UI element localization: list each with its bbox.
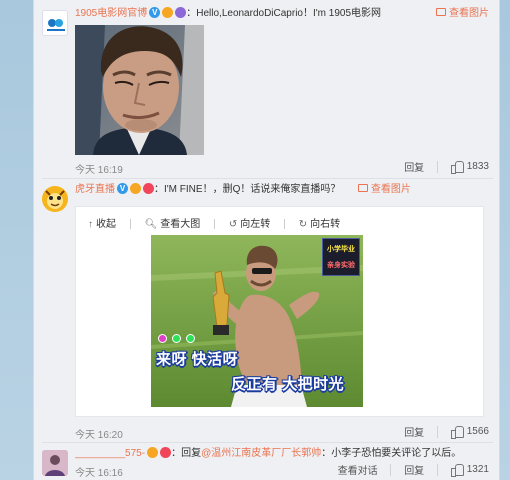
comment-text: ：小李子恐怕要关评论了以后。 — [321, 448, 462, 459]
reply-button[interactable]: 回复 — [404, 462, 424, 477]
comment-item: _________575- ：回复@温州江南皮革厂厂长郭帅：小李子恐怕要关评论了以… — [34, 444, 501, 480]
avatar[interactable] — [42, 450, 68, 476]
divider — [214, 219, 216, 230]
avatar[interactable] — [42, 186, 68, 212]
thumbs-up-icon[interactable] — [450, 426, 464, 439]
view-picture-link[interactable]: 查看图片 — [357, 184, 411, 195]
divider — [129, 219, 131, 230]
meme-image[interactable]: 小学毕业 亲身实验 来呀 快活呀 反正有 大把时光 — [151, 235, 363, 407]
logo-stamp: 小学毕业 亲身实验 — [322, 238, 360, 276]
like-count[interactable]: 1566 — [467, 426, 489, 437]
badge-icon — [147, 446, 159, 458]
divider — [436, 463, 438, 476]
divider — [436, 160, 438, 173]
divider — [42, 178, 493, 179]
picture-icon — [357, 184, 368, 193]
comment-actions: 回复 1566 — [404, 424, 489, 439]
avatar[interactable] — [42, 10, 68, 36]
user-photo-icon — [42, 450, 68, 476]
comment-time: 今天 16:19 — [75, 165, 123, 176]
comment-item: 1905电影网官博 V ：Hello,LeonardoDiCaprio！I'm 19… — [34, 0, 501, 180]
divider — [436, 425, 438, 438]
badge-icon — [175, 6, 187, 18]
comment-actions: 回复 1833 — [404, 159, 489, 174]
reply-button[interactable]: 回复 — [404, 424, 424, 439]
badge-icon — [162, 6, 174, 18]
comment-text: ：Hello,LeonardoDiCaprio！I'm 1905电影网 — [186, 8, 382, 19]
reply-button[interactable]: 回复 — [404, 159, 424, 174]
rotate-right-button[interactable]: ↻ 向右转 — [299, 215, 340, 230]
collapse-icon: ↑ — [88, 219, 93, 230]
zoom-icon: 🔍︎ — [144, 219, 158, 230]
comment-time: 今天 16:20 — [75, 430, 123, 441]
like-count[interactable]: 1321 — [467, 464, 489, 475]
thumbs-up-icon[interactable] — [450, 161, 464, 174]
collapse-button[interactable]: ↑ 收起 — [88, 215, 116, 230]
view-large-button[interactable]: 🔍︎ 查看大图 — [145, 215, 201, 230]
comment-actions: 查看对话 回复 1321 — [338, 462, 489, 477]
dot-icon — [186, 334, 195, 343]
comment-text: ：I'M FINE！，删Q！话说来俺家直播吗？ — [154, 184, 341, 195]
divider — [284, 219, 285, 230]
weibo-comment-page: 1905电影网官博 V ：Hello,LeonardoDiCaprio！I'm 19… — [0, 0, 510, 480]
rotate-right-icon: ↻ — [298, 219, 308, 230]
divider — [42, 442, 493, 443]
verified-icon: V — [117, 182, 128, 194]
view-picture-link[interactable]: 查看图片 — [432, 6, 489, 22]
mention-link[interactable]: @温州江南皮革厂厂长郭帅 — [201, 448, 321, 459]
picture-icon — [436, 8, 446, 17]
image-viewer: ↑ 收起 🔍︎ 查看大图 ↺ 向左转 ↻ 向右转 小学毕业 亲身实验 来呀 快活… — [75, 206, 484, 417]
comment-item: 虎牙直播 V ：I'M FINE！，删Q！话说来俺家直播吗？ 查看图片 ↑ 收起 🔍︎… — [34, 180, 501, 443]
comment-line: 1905电影网官博 V ：Hello,LeonardoDiCaprio！I'm 19… — [75, 6, 489, 22]
squinting-man-photo — [75, 25, 204, 155]
divider — [390, 463, 392, 476]
username-link[interactable]: 虎牙直播 — [75, 184, 115, 195]
rotate-left-icon: ↺ — [228, 219, 238, 230]
badge-icon — [130, 182, 141, 194]
thumbs-up-icon[interactable] — [450, 464, 464, 477]
color-dots — [158, 332, 200, 346]
username-link[interactable]: _________575- — [75, 448, 145, 459]
tiger-mascot-icon — [42, 186, 68, 212]
comment-image[interactable] — [75, 25, 204, 155]
comments-panel: 1905电影网官博 V ：Hello,LeonardoDiCaprio！I'm 19… — [33, 0, 500, 480]
rotate-left-button[interactable]: ↺ 向左转 — [229, 215, 270, 230]
1905-logo-icon — [43, 11, 67, 35]
comment-line: 虎牙直播 V ：I'M FINE！，删Q！话说来俺家直播吗？ 查看图片 — [75, 182, 489, 198]
badge-icon — [160, 446, 172, 458]
comment-line: _________575- ：回复@温州江南皮革厂厂长郭帅：小李子恐怕要关评论了以… — [75, 446, 489, 462]
comment-time: 今天 16:16 — [75, 468, 123, 479]
dot-icon — [158, 334, 167, 343]
verified-icon: V — [149, 6, 161, 18]
meme-subtitle: 反正有 大把时光 — [231, 376, 345, 393]
like-count[interactable]: 1833 — [467, 161, 489, 172]
meme-subtitle: 来呀 快活呀 — [156, 351, 239, 368]
view-conversation-link[interactable]: 查看对话 — [338, 462, 378, 477]
image-toolbar: ↑ 收起 🔍︎ 查看大图 ↺ 向左转 ↻ 向右转 — [88, 215, 351, 230]
badge-icon — [143, 182, 154, 194]
dot-icon — [172, 334, 181, 343]
comment-prefix: ：回复 — [171, 448, 202, 459]
username-link[interactable]: 1905电影网官博 — [75, 8, 147, 19]
